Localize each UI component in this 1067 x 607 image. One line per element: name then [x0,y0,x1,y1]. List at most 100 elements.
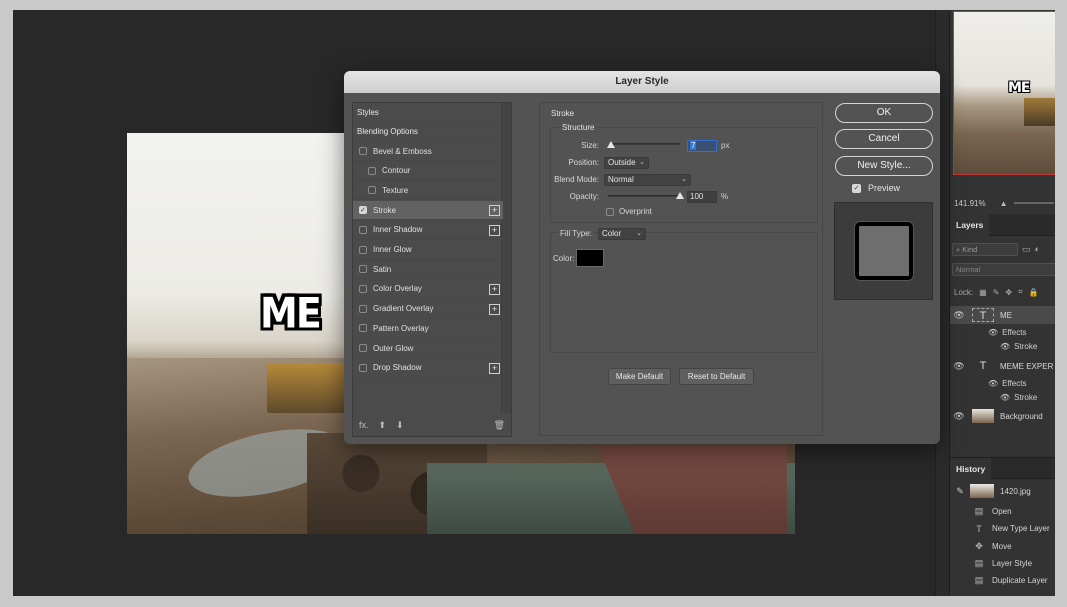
opacity-label: Opacity: [569,192,599,201]
effects-eye-icon[interactable]: 👁 [988,328,998,337]
stroke-eye-icon[interactable]: 👁 [1000,393,1010,402]
move-down-icon[interactable]: ⬇ [396,420,404,431]
style-checkbox[interactable] [359,363,367,372]
chevron-down-icon: ⌄ [636,230,642,237]
lock-paint-icon[interactable]: ✎ [993,288,1000,297]
add-effect-icon[interactable]: + [489,205,500,217]
style-item-satin[interactable]: Satin [353,260,503,280]
history-brush-icon[interactable]: ✎ [952,486,968,497]
history-snapshot[interactable]: ✎ 1420.jpg [950,482,1055,500]
adjustment-filter-icon[interactable]: ◐ [1035,244,1040,254]
style-checkbox[interactable] [368,186,376,195]
history-item[interactable]: ▤ Open [950,503,1055,520]
stroke-eye-icon[interactable]: 👁 [1000,342,1010,351]
style-item-color-overlay[interactable]: Color Overlay + [353,280,503,299]
style-checkbox[interactable] [359,284,367,293]
style-item-stroke[interactable]: ✓ Stroke + [353,201,503,221]
style-checkbox[interactable] [359,304,367,313]
preview-checkbox[interactable]: ✓ [852,183,861,193]
styles-list: Styles Blending Options Bevel & Emboss Co… [352,102,512,437]
navigator-thumbnail[interactable]: ME [953,11,1055,175]
style-item-inner-glow[interactable]: Inner Glow [353,241,503,260]
zoom-out-icon[interactable]: ▲ [1000,199,1008,208]
lock-artboard-icon[interactable]: ⌗ [1018,287,1023,297]
layer-effects-row[interactable]: 👁 Effects [950,325,1055,339]
add-effect-icon[interactable]: + [489,303,500,315]
preview-toggle[interactable]: ✓ Preview [852,183,900,193]
layer-row-background[interactable]: 👁 Background [950,407,1055,425]
image-filter-icon[interactable]: ▭ [1022,244,1031,255]
fill-type-select[interactable]: Color ⌄ [598,228,646,240]
styles-header[interactable]: Styles [353,103,503,122]
blend-mode-select[interactable]: Normal ⌄ [604,174,691,186]
ok-button[interactable]: OK [835,103,933,123]
style-item-pattern-overlay[interactable]: Pattern Overlay [353,319,503,339]
style-item-bevel-emboss[interactable]: Bevel & Emboss [353,142,503,161]
style-item-label: Texture [382,185,409,195]
visibility-eye-icon[interactable]: 👁 [950,310,968,321]
history-item-label: New Type Layer [992,524,1050,533]
layer-effects-row[interactable]: 👁 Effects [950,376,1055,390]
lock-all-icon[interactable]: 🔒 [1029,288,1039,297]
style-item-gradient-overlay[interactable]: Gradient Overlay + [353,300,503,319]
dialog-title[interactable]: Layer Style [344,71,940,93]
opacity-input[interactable]: 100 [687,191,717,203]
layer-blend-mode-select[interactable]: Normal [952,263,1055,276]
style-checkbox[interactable] [368,166,376,175]
size-slider-track[interactable] [610,143,680,145]
effects-eye-icon[interactable]: 👁 [988,379,998,388]
history-item[interactable]: ✥ Move [950,538,1055,555]
style-item-contour[interactable]: Contour [353,162,503,181]
opacity-slider-track[interactable] [608,195,680,197]
opacity-slider-thumb[interactable] [676,192,684,199]
overprint-checkbox[interactable] [606,208,614,216]
layer-effect-stroke-row[interactable]: 👁 Stroke [950,390,1055,404]
history-item[interactable]: ▤ Duplicate Layer [950,572,1055,589]
style-item-inner-shadow[interactable]: Inner Shadow + [353,221,503,240]
style-item-texture[interactable]: Texture [353,181,503,201]
tab-layers[interactable]: Layers [950,214,990,236]
style-checkbox[interactable] [359,147,367,155]
lock-transparent-icon[interactable]: ▦ [979,288,987,297]
kind-filter-select[interactable]: ⌕ Kind [952,242,1018,256]
layer-row-me[interactable]: 👁 T ME [950,306,1055,324]
position-select[interactable]: Outside ⌄ [604,157,649,169]
add-effect-icon[interactable]: + [489,362,500,374]
style-checkbox[interactable] [359,245,367,254]
lock-position-icon[interactable]: ✥ [1005,288,1012,297]
style-item-drop-shadow[interactable]: Drop Shadow + [353,359,503,378]
canvas-me-text-layer[interactable]: ME [260,289,322,337]
effects-label: Effects [1002,378,1027,388]
cancel-button[interactable]: Cancel [835,129,933,149]
tab-history[interactable]: History [950,458,992,480]
history-item[interactable]: T New Type Layer [950,520,1055,537]
visibility-eye-icon[interactable]: 👁 [950,361,968,372]
zoom-level[interactable]: 141.91% [954,199,986,208]
add-effect-icon[interactable]: + [489,224,500,236]
style-item-outer-glow[interactable]: Outer Glow [353,339,503,358]
layer-style-dialog: Layer Style Styles Blending Options Beve… [344,71,940,444]
new-style-button[interactable]: New Style... [835,156,933,176]
style-checkbox[interactable] [359,265,367,274]
style-checkbox[interactable] [359,324,367,333]
style-checkbox[interactable] [359,225,367,234]
blend-mode-value: Normal [608,175,634,184]
history-item[interactable]: ▤ Layer Style [950,555,1055,572]
fx-menu-icon[interactable]: fx. [359,420,369,430]
stroke-color-swatch[interactable] [576,249,604,267]
layer-row-meme-exper[interactable]: 👁 T MEME EXPER [950,357,1055,375]
delete-effect-icon[interactable]: 🗑 [494,420,505,431]
add-effect-icon[interactable]: + [489,283,500,295]
size-value: 7 [690,141,697,150]
make-default-button[interactable]: Make Default [608,368,671,385]
zoom-slider[interactable] [1013,202,1054,204]
visibility-eye-icon[interactable]: 👁 [950,411,968,422]
blending-options-item[interactable]: Blending Options [353,123,503,142]
reset-to-default-button[interactable]: Reset to Default [679,368,754,385]
layer-effect-stroke-row[interactable]: 👁 Stroke [950,339,1055,353]
move-up-icon[interactable]: ⬆ [379,420,387,431]
size-slider-thumb[interactable] [607,141,615,148]
style-checkbox[interactable]: ✓ [359,206,367,215]
style-checkbox[interactable] [359,344,367,352]
size-input[interactable]: 7 [687,140,717,152]
